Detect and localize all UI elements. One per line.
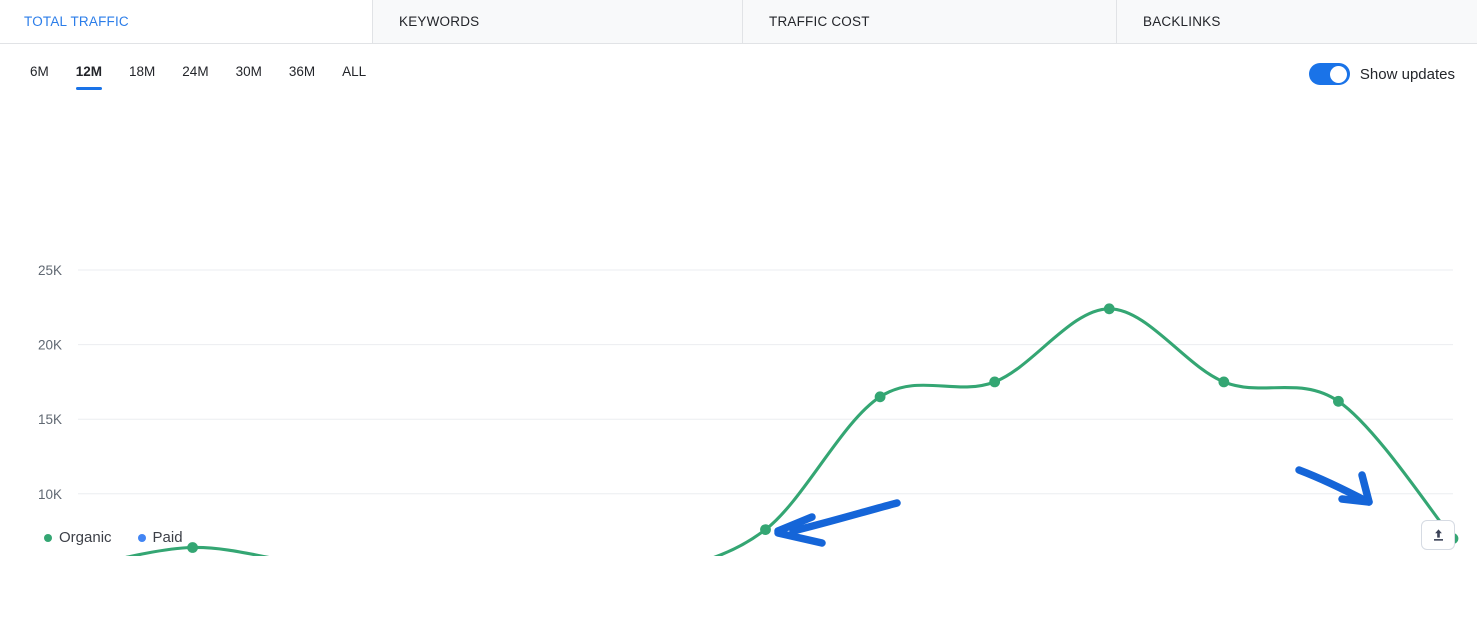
range-option-12m[interactable]: 12M — [75, 64, 103, 90]
range-label: 24M — [182, 64, 209, 79]
export-upload-icon — [1433, 528, 1443, 541]
organic-line — [125, 307, 1455, 556]
legend-label: Paid — [152, 529, 183, 546]
range-selector-row: 6M 12M 18M 24M 30M 36M ALL Show updates — [0, 44, 1477, 106]
organic-legend-dot — [44, 533, 52, 542]
legend-item-paid[interactable]: Paid — [137, 529, 183, 546]
chart-y-axis-labels: 05K10K15K20K25K — [38, 263, 62, 502]
chart-svg: 05K10K15K20K25K Jan 2024Feb 2024Mar 2024… — [38, 263, 1459, 556]
range-selector: 6M 12M 18M 24M 30M 36M ALL — [30, 64, 366, 90]
organic-data-point[interactable] — [760, 524, 771, 536]
chart-legend: Organic Paid — [44, 529, 183, 546]
tab-label: BACKLINKS — [1143, 14, 1221, 29]
annotation-arrow-to-decline — [1295, 466, 1373, 506]
organic-data-point[interactable] — [1103, 303, 1115, 315]
chart-gridlines — [78, 269, 1453, 495]
organic-data-point[interactable] — [874, 391, 886, 403]
tab-backlinks[interactable]: BACKLINKS — [1116, 0, 1477, 43]
show-updates-toggle[interactable]: Show updates — [1308, 63, 1455, 85]
tab-traffic-cost[interactable]: TRAFFIC COST — [742, 0, 1116, 43]
range-label: 12M — [75, 64, 103, 79]
paid-legend-dot — [137, 533, 146, 542]
range-option-24m[interactable]: 24M — [182, 64, 208, 90]
range-option-6m[interactable]: 6M — [30, 64, 49, 90]
tab-total-traffic[interactable]: TOTAL TRAFFIC — [0, 0, 372, 43]
range-option-18m[interactable]: 18M — [129, 64, 155, 90]
range-label: ALL — [342, 64, 367, 79]
range-label: 36M — [288, 64, 316, 79]
legend-item-organic[interactable]: Organic — [44, 529, 112, 546]
organic-data-point[interactable] — [187, 542, 198, 553]
y-axis-tick-label: 10K — [38, 487, 62, 502]
range-label: 6M — [30, 64, 49, 79]
toggle-switch[interactable] — [1308, 63, 1350, 85]
organic-data-point[interactable] — [1218, 376, 1230, 388]
tab-keywords[interactable]: KEYWORDS — [372, 0, 742, 43]
tab-label: TOTAL TRAFFIC — [24, 14, 129, 29]
range-option-36m[interactable]: 36M — [289, 64, 315, 90]
tab-bar: TOTAL TRAFFIC KEYWORDS TRAFFIC COST BACK… — [0, 0, 1477, 44]
tab-label: TRAFFIC COST — [769, 14, 870, 29]
tab-label: KEYWORDS — [399, 14, 480, 29]
series-organic[interactable] — [73, 303, 1459, 556]
range-label: 18M — [129, 64, 156, 79]
y-axis-tick-label: 15K — [38, 412, 62, 427]
y-axis-tick-label: 25K — [38, 263, 62, 278]
toggle-knob — [1330, 65, 1348, 83]
export-button[interactable] — [1421, 520, 1455, 550]
range-option-30m[interactable]: 30M — [236, 64, 262, 90]
legend-label: Organic — [59, 529, 112, 546]
annotation-arrow-to-jul — [774, 499, 901, 547]
range-label: 30M — [235, 64, 262, 79]
organic-data-point[interactable] — [1333, 395, 1344, 407]
y-axis-tick-label: 20K — [38, 338, 62, 353]
traffic-chart: 05K10K15K20K25K Jan 2024Feb 2024Mar 2024… — [0, 106, 1477, 556]
organic-data-point[interactable] — [989, 376, 1001, 388]
show-updates-label: Show updates — [1359, 65, 1455, 83]
range-option-all[interactable]: ALL — [342, 64, 366, 90]
